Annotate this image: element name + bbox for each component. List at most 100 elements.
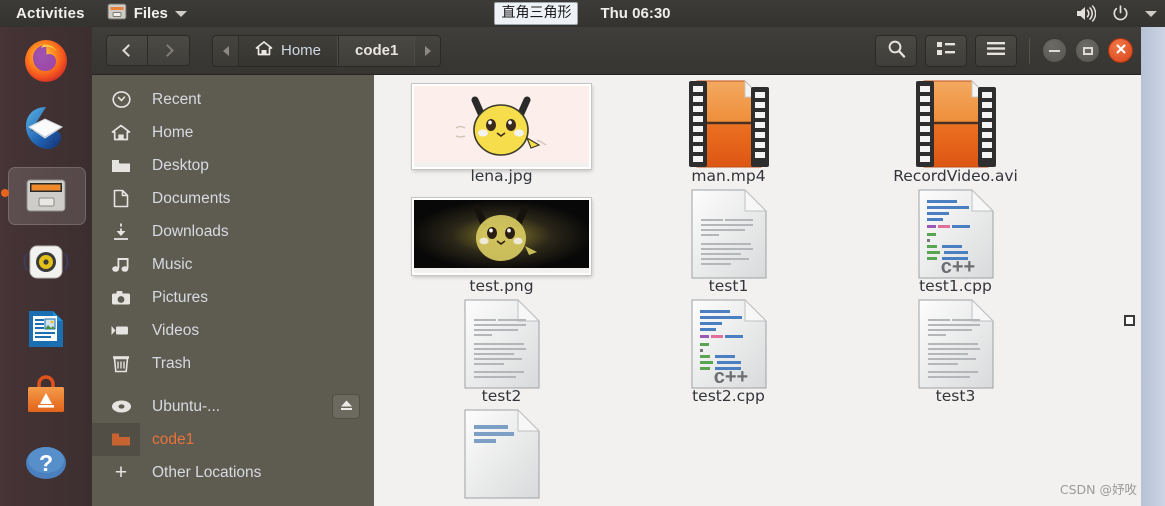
thumbnail [910,79,1002,167]
breadcrumb-scroll-right[interactable] [415,36,440,66]
thumbnail: c++ [914,188,998,278]
unity-launcher-dock: ? [0,27,92,506]
thumbnail: c++ [687,298,771,388]
camera-icon [110,290,132,306]
window-body: Recent Home Desktop Documents Downloads … [92,75,1141,506]
file-item-test1[interactable]: test1 [615,188,842,303]
sidebar-label-trash: Trash [152,354,192,372]
minimize-icon [1049,49,1060,52]
forward-button[interactable] [148,35,190,66]
dock-item-ubuntu-software[interactable] [0,362,92,429]
maximize-icon [1082,46,1093,55]
file-label: test1.cpp [919,277,992,295]
music-note-icon [110,256,132,274]
file-item-partial[interactable] [388,408,615,506]
breadcrumb-item-home[interactable]: Home [238,35,339,66]
view-toggle-button[interactable] [925,34,967,67]
text-file-icon [914,297,998,396]
file-grid-view[interactable]: lena.jpg man.mp4 RecordVideo.avi test.pn… [374,75,1141,506]
app-menu[interactable]: Files [99,3,195,24]
file-item-recordvideo-avi[interactable]: RecordVideo.avi [842,79,1069,193]
search-icon [887,39,906,63]
thumbnail [683,79,775,167]
places-sidebar: Recent Home Desktop Documents Downloads … [92,75,374,506]
thumbnail [460,408,544,498]
plus-icon: + [114,461,128,484]
sidebar-item-desktop[interactable]: Desktop [92,149,374,182]
sidebar-item-ubuntu-disc[interactable]: Ubuntu-... [92,390,374,423]
screen: CSDN @妤呚 Activities Files 直角三角形 Thu 06:3… [0,0,1165,506]
app-menu-label: Files [133,5,168,22]
cpp-file-icon: c++ [687,297,771,396]
file-item-test1-cpp[interactable]: c++ test1.cpp [842,188,1069,303]
file-label: RecordVideo.avi [893,167,1018,185]
sidebar-item-home[interactable]: Home [92,116,374,149]
cpp-file-icon: c++ [914,187,998,286]
close-button[interactable] [1108,38,1133,63]
dock-item-libreoffice-writer[interactable] [0,295,92,362]
sidebar-item-downloads[interactable]: Downloads [92,215,374,248]
sidebar-label-recent: Recent [152,90,202,108]
document-icon [110,189,132,208]
file-item-test2[interactable]: test2 [388,298,615,413]
window-headerbar: Home code1 [92,27,1141,75]
thumbnail [412,83,591,169]
sidebar-item-trash[interactable]: Trash [92,347,374,380]
headerbar-actions [875,34,1133,67]
sidebar-item-videos[interactable]: Videos [92,314,374,347]
triangle-left-icon [222,45,229,56]
sidebar-label-music: Music [152,255,193,273]
file-label: test3 [935,387,976,405]
dock-item-files[interactable] [0,161,92,228]
video-file-icon [910,77,1002,176]
menu-button[interactable] [975,34,1017,67]
maximize-button[interactable] [1075,38,1100,63]
sidebar-item-documents[interactable]: Documents [92,182,374,215]
clock[interactable]: Thu 06:30 [600,5,670,22]
file-label: test2.cpp [692,387,765,405]
help-icon: ? [21,438,71,488]
activities-button[interactable]: Activities [0,5,99,22]
power-icon[interactable] [1112,5,1129,22]
sidebar-label-other-locations: Other Locations [152,463,262,481]
sidebar-label-desktop: Desktop [152,156,209,174]
file-item-test-png[interactable]: test.png [388,193,615,303]
sidebar-label-videos: Videos [152,321,200,339]
file-item-test2-cpp[interactable]: c++ test2.cpp [615,298,842,413]
eject-button[interactable] [332,394,360,419]
disc-icon [110,399,132,414]
dock-item-thunderbird[interactable] [0,94,92,161]
breadcrumb-item-code1[interactable]: code1 [338,35,416,66]
breadcrumb-label-code1: code1 [355,42,399,59]
system-status-area[interactable] [1075,0,1157,27]
sidebar-item-recent[interactable]: Recent [92,83,374,116]
minimize-button[interactable] [1042,38,1067,63]
files-app-icon [107,3,127,24]
back-button[interactable] [106,35,148,66]
sidebar-divider [92,380,374,390]
file-label: test.png [469,277,534,295]
dock-item-firefox[interactable] [0,27,92,94]
sidebar-item-other-locations[interactable]: + Other Locations [92,456,374,489]
file-item-test3[interactable]: test3 [842,298,1069,413]
watermark-text: CSDN @妤呚 [1059,482,1137,497]
ime-indicator[interactable]: 直角三角形 [494,2,579,25]
system-menu-chevron-down-icon[interactable] [1145,10,1157,17]
ubuntu-software-icon [21,371,71,421]
sidebar-label-pictures: Pictures [152,288,208,306]
sidebar-item-music[interactable]: Music [92,248,374,281]
file-label: man.mp4 [691,167,766,185]
window-resize-handle[interactable] [1124,315,1135,326]
video-camera-icon [110,324,132,337]
dock-item-help[interactable]: ? [0,429,92,496]
dock-item-rhythmbox[interactable] [0,228,92,295]
sidebar-item-pictures[interactable]: Pictures [92,281,374,314]
breadcrumb-scroll-left[interactable] [213,36,238,66]
volume-icon[interactable] [1075,5,1096,22]
file-manager-window: Home code1 Recent Home Desktop Documents… [92,27,1141,506]
search-button[interactable] [875,34,917,67]
file-item-man-mp4[interactable]: man.mp4 [615,79,842,193]
image-thumbnail-pikachu-light [412,83,591,169]
sidebar-item-code1[interactable]: code1 [92,423,374,456]
file-item-lena-jpg[interactable]: lena.jpg [388,83,615,193]
